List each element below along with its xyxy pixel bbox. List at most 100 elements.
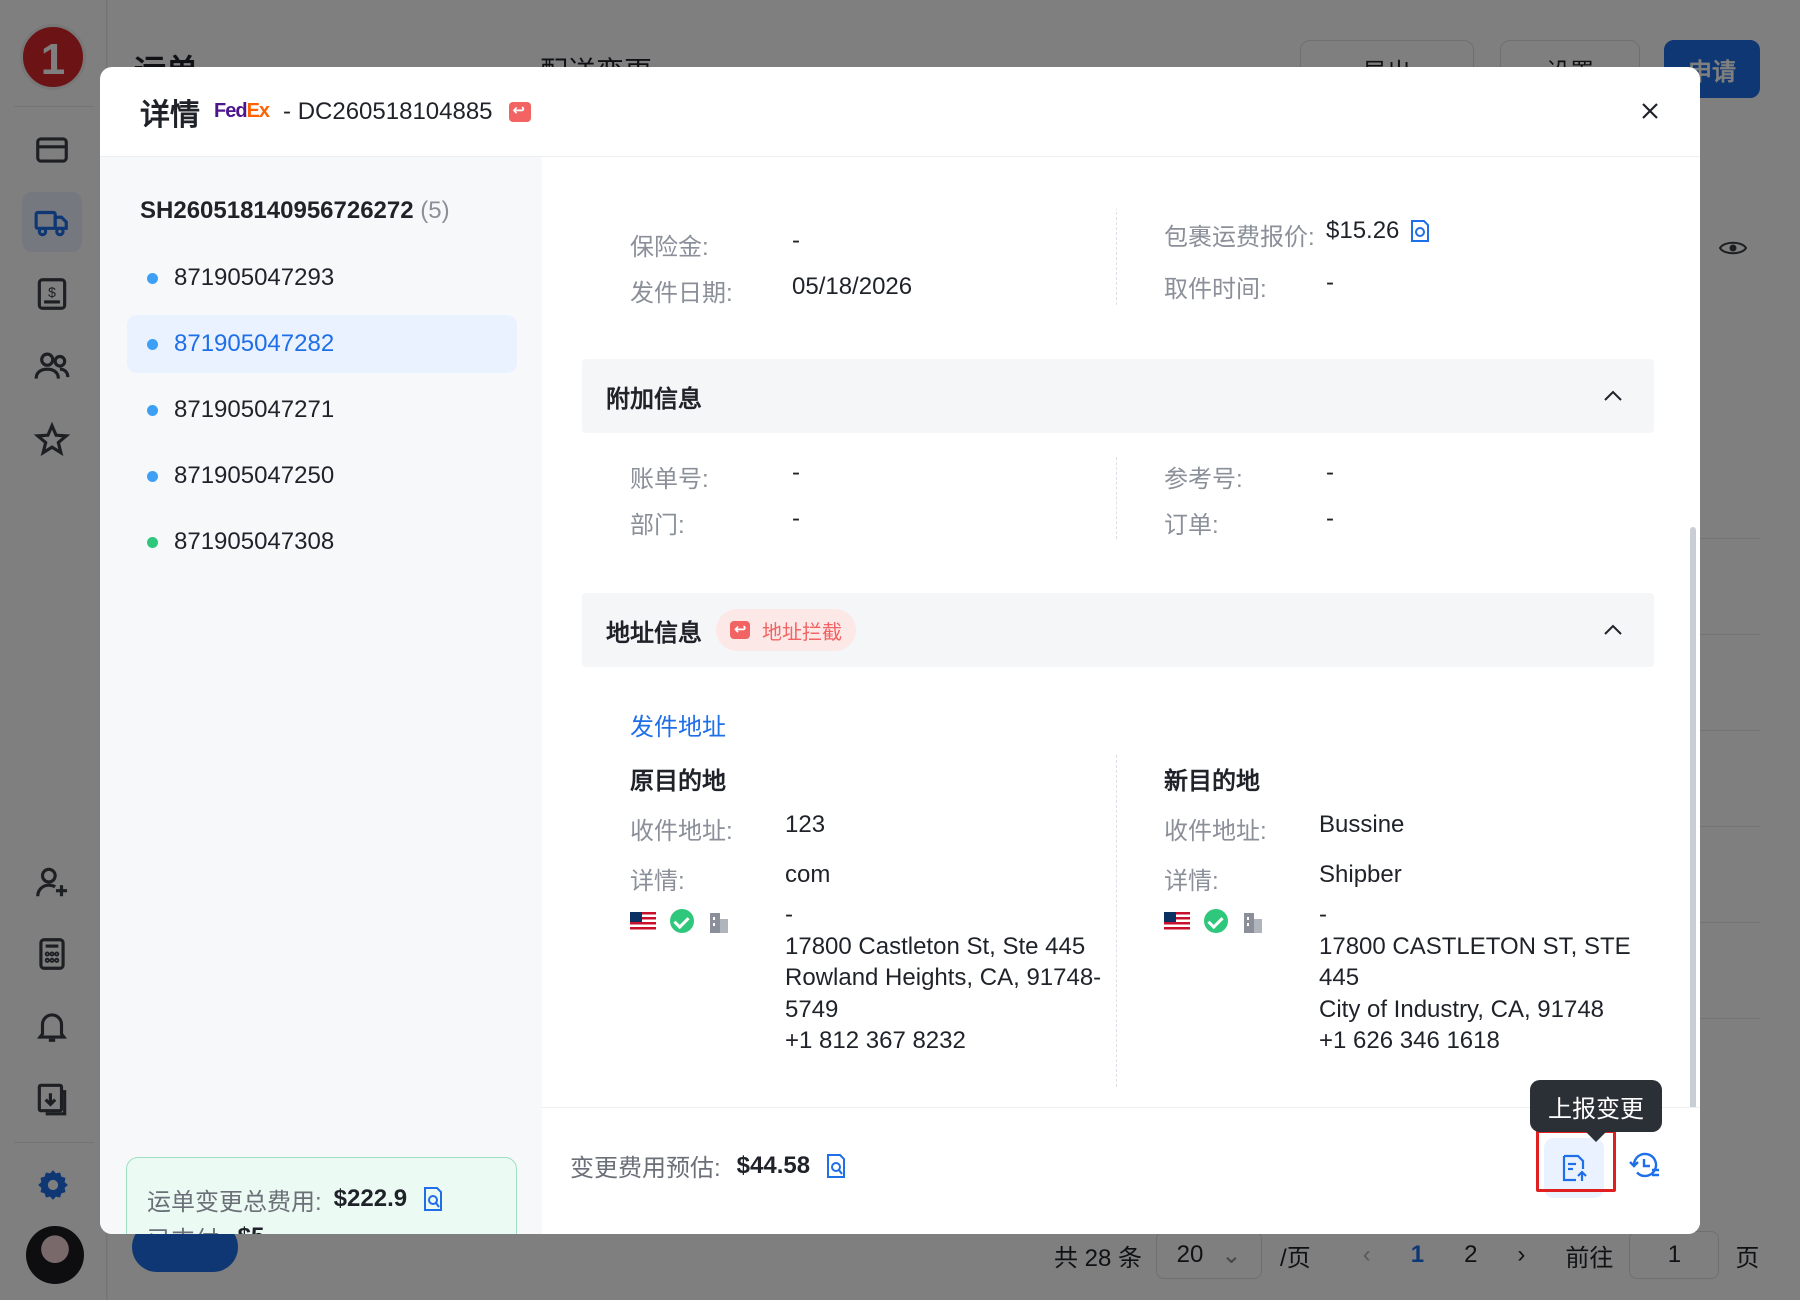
new-line-2: 445 xyxy=(1319,964,1360,991)
original-recipient-row: 收件地址: 123 xyxy=(630,811,826,845)
original-destination-heading: 原目的地 xyxy=(630,768,726,795)
modal-title: 详情 xyxy=(140,98,200,132)
address-info-title: 地址信息 xyxy=(606,619,702,647)
fee-summary-card: 运单变更总费用: $222.9 已支付: $5 xyxy=(126,1157,517,1234)
new-recipient-row: 收件地址: Bussine xyxy=(1164,811,1405,845)
modal-footer: 变更费用预估: $44.58 xyxy=(542,1107,1700,1234)
shipment-id: SH260518140956726272 (5) xyxy=(140,197,450,224)
original-detail-value: com xyxy=(785,861,831,888)
status-dot-icon xyxy=(147,536,158,548)
bill-row: 账单号: - xyxy=(630,459,800,493)
report-change-tooltip: 上报变更 xyxy=(1530,1080,1662,1142)
intercept-icon xyxy=(730,620,750,639)
history-icon[interactable] xyxy=(1628,1148,1662,1182)
verified-icon xyxy=(670,909,694,933)
scrollbar[interactable] xyxy=(1690,527,1696,1187)
new-line-1: 17800 CASTLETON ST, STE xyxy=(1319,932,1631,960)
sender-address-link[interactable]: 发件地址 xyxy=(630,707,726,742)
original-line-2: Rowland Heights, CA, 91748- xyxy=(785,964,1102,991)
tracking-number: 871905047293 xyxy=(174,264,335,291)
tracking-number: 871905047271 xyxy=(174,396,335,423)
column-divider xyxy=(1116,457,1117,539)
fee-total-label: 运单变更总费用: xyxy=(147,1188,322,1216)
detail-modal: 详情 FedEx - DC260518104885 SH260518140956… xyxy=(100,67,1700,1234)
new-address-icons xyxy=(1164,909,1264,933)
fee-paid-row: 已支付: $5 xyxy=(147,1218,496,1234)
shipment-count: (5) xyxy=(420,197,450,224)
quote-detail-icon[interactable] xyxy=(1408,219,1432,243)
quote-row: 包裹运费报价: $15.26 xyxy=(1164,217,1564,252)
tracking-number: 871905047308 xyxy=(174,528,335,555)
ref-value: - xyxy=(1326,459,1334,486)
original-recipient-value: 123 xyxy=(785,811,826,838)
ship-date-value: 05/18/2026 xyxy=(792,273,913,300)
fee-paid-value: $5 xyxy=(238,1223,265,1234)
tracking-item[interactable]: 871905047271 xyxy=(127,381,517,439)
tracking-number: 871905047282 xyxy=(174,330,335,357)
dept-value: - xyxy=(792,505,800,532)
detail-content: 保险金: - 发件日期: 05/18/2026 包裹运费报价: $15.26 取… xyxy=(542,157,1700,1234)
insurance-value: - xyxy=(792,227,800,254)
modal-header: 详情 FedEx - DC260518104885 xyxy=(100,67,1700,157)
order-code: - DC260518104885 xyxy=(283,97,493,125)
new-address-lines: - 17800 CASTLETON ST, STE 445 City of In… xyxy=(1319,899,1631,1057)
bill-value: - xyxy=(792,459,800,486)
fee-total-value: $222.9 xyxy=(333,1185,408,1212)
status-dot-icon xyxy=(147,272,158,284)
intercept-icon xyxy=(508,101,531,122)
new-recipient-value: Bussine xyxy=(1319,811,1405,838)
chevron-up-icon[interactable] xyxy=(1602,385,1624,407)
new-destination-heading: 新目的地 xyxy=(1164,768,1260,795)
status-dot-icon xyxy=(147,338,158,350)
fedex-logo: FedEx xyxy=(214,100,270,122)
fee-detail-icon[interactable] xyxy=(421,1186,445,1212)
ref-row: 参考号: - xyxy=(1164,459,1334,493)
fee-paid-label: 已支付: xyxy=(147,1220,226,1235)
tracking-item[interactable]: 871905047308 xyxy=(127,513,517,571)
ship-date-row: 发件日期: 05/18/2026 xyxy=(630,273,913,307)
tracking-item[interactable]: 871905047293 xyxy=(127,249,517,307)
tracking-list: 871905047293 871905047282 871905047271 8719… xyxy=(127,249,517,579)
original-address-lines: - 17800 Castleton St, Ste 445 Rowland He… xyxy=(785,899,1101,1057)
additional-info-title: 附加信息 xyxy=(606,385,702,413)
new-line-3: City of Industry, CA, 91748 xyxy=(1319,995,1605,1023)
original-line-dash: - xyxy=(785,901,793,928)
order-row: 订单: - xyxy=(1164,505,1334,539)
tracking-sidebar: SH260518140956726272 (5) 871905047293 871… xyxy=(100,157,542,1234)
estimate-label: 变更费用预估: xyxy=(570,1155,721,1182)
quote-value: $15.26 xyxy=(1326,217,1400,244)
verified-icon xyxy=(1204,909,1228,933)
original-detail-row: 详情: com xyxy=(630,861,831,895)
us-flag-icon xyxy=(1164,912,1190,930)
original-phone: +1 812 367 8232 xyxy=(785,1027,966,1054)
pickup-value: - xyxy=(1326,269,1334,296)
fee-estimate: 变更费用预估: $44.58 xyxy=(570,1148,848,1183)
us-flag-icon xyxy=(630,912,656,930)
column-divider xyxy=(1116,755,1117,1087)
original-line-1: 17800 Castleton St, Ste 445 xyxy=(785,932,1086,960)
tracking-item[interactable]: 871905047282 xyxy=(127,315,517,373)
dept-row: 部门: - xyxy=(630,505,800,539)
tracking-item[interactable]: 871905047250 xyxy=(127,447,517,505)
address-info-header[interactable]: 地址信息 地址拦截 xyxy=(582,593,1654,667)
status-dot-icon xyxy=(147,404,158,416)
building-icon xyxy=(710,913,728,933)
building-icon xyxy=(1244,913,1262,933)
scroll-mask xyxy=(542,157,1700,209)
address-intercept-tag: 地址拦截 xyxy=(716,609,856,651)
new-line-dash: - xyxy=(1319,901,1327,928)
insurance-row: 保险金: - xyxy=(630,227,800,261)
pickup-row: 取件时间: - xyxy=(1164,269,1334,303)
new-phone: +1 626 346 1618 xyxy=(1319,1027,1500,1054)
original-address-icons xyxy=(630,909,730,933)
status-dot-icon xyxy=(147,470,158,482)
additional-info-header[interactable]: 附加信息 xyxy=(582,359,1654,433)
estimate-detail-icon[interactable] xyxy=(824,1153,848,1179)
new-detail-value: Shipber xyxy=(1319,861,1402,888)
estimate-value: $44.58 xyxy=(736,1151,811,1179)
chevron-up-icon[interactable] xyxy=(1602,619,1624,641)
tracking-number: 871905047250 xyxy=(174,462,335,489)
new-detail-row: 详情: Shipber xyxy=(1164,861,1402,895)
close-button[interactable] xyxy=(1632,93,1668,129)
original-line-3: 5749 xyxy=(785,995,839,1023)
